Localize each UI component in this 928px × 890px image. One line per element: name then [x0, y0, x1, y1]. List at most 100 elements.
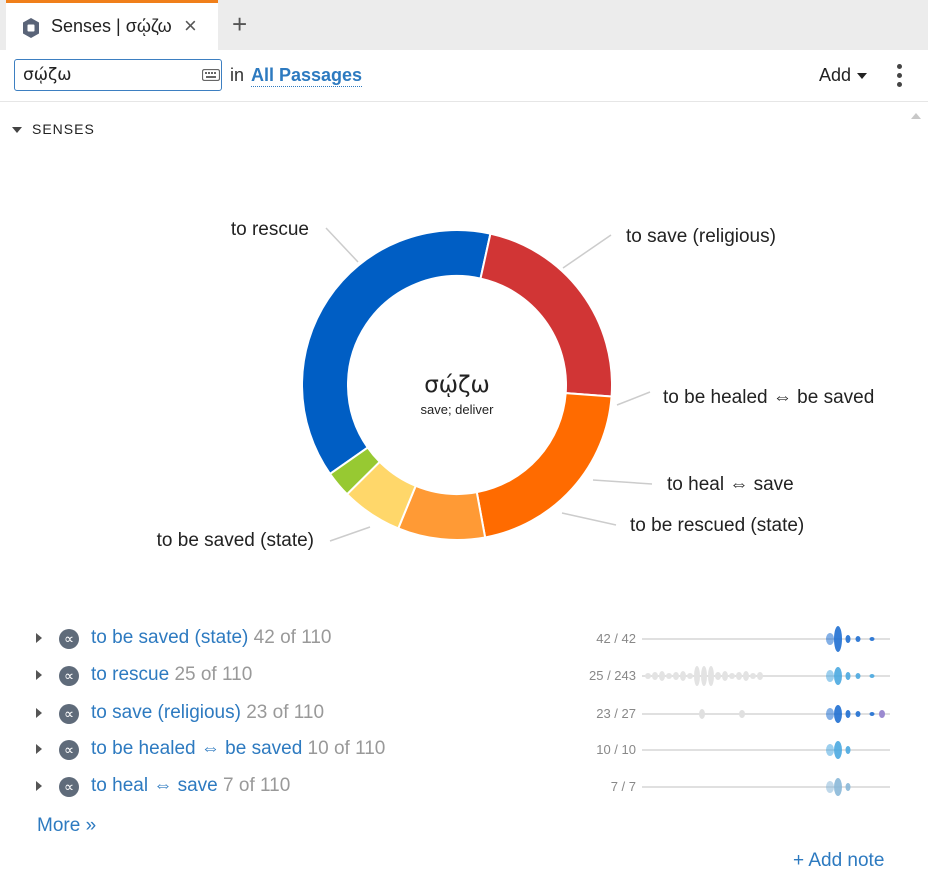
sparkline-mark — [834, 667, 842, 685]
svg-text:∝: ∝ — [64, 707, 74, 723]
sparkline-mark — [834, 705, 842, 723]
all-passages-link[interactable]: All Passages — [251, 65, 363, 87]
donut-leader-line — [592, 479, 653, 485]
donut-slice-label: to be rescued (state) — [630, 515, 804, 536]
sparkline-mark — [855, 711, 861, 717]
sparkline-mark — [845, 672, 851, 680]
sparkline-mark — [659, 671, 665, 681]
sparkline-mark — [845, 710, 851, 718]
expand-triangle-icon[interactable] — [36, 781, 42, 791]
add-note-button[interactable]: + Add note — [793, 850, 884, 872]
close-icon[interactable]: × — [184, 13, 197, 39]
in-label: in — [230, 65, 245, 85]
sparkline-mark — [699, 709, 705, 719]
sense-count: 25 of 110 — [174, 664, 253, 685]
sparkline-mark — [739, 710, 745, 718]
sense-alpha-icon: ∝ — [59, 777, 79, 797]
sparkline-mark — [826, 744, 834, 756]
toolbar: in All Passages Add — [0, 50, 928, 102]
expand-triangle-icon[interactable] — [36, 744, 42, 754]
sparkline-mark — [715, 672, 721, 680]
search-input[interactable] — [23, 63, 193, 87]
sparkline-mark — [855, 673, 861, 679]
sense-distribution-sparkline — [642, 705, 890, 723]
sense-alpha-icon: ∝ — [59, 704, 79, 724]
donut-leader-line — [562, 234, 612, 269]
sense-link[interactable]: to be saved (state) — [91, 627, 248, 648]
tab-title: Senses | σῴζω — [51, 16, 172, 36]
sparkline-mark — [729, 673, 735, 679]
sparkline-mark — [834, 626, 842, 652]
search-box — [14, 59, 222, 91]
sparkline-mark — [680, 671, 686, 681]
donut-center-title: σῴζω — [424, 372, 490, 398]
senses-donut-chart: to be saved (state) to rescue to save (rel… — [157, 219, 875, 551]
collapse-triangle-icon — [12, 127, 22, 134]
sense-fraction: 42 / 42 — [596, 631, 636, 646]
donut-slice-label: to rescue — [231, 219, 309, 240]
donut-slice-label: to be saved (state) — [157, 530, 314, 551]
donut-leader-line — [325, 227, 359, 263]
sparkline-mark — [722, 671, 728, 681]
keyboard-icon[interactable] — [202, 69, 220, 81]
sparkline-mark — [855, 636, 861, 642]
donut-slice[interactable] — [475, 392, 613, 539]
sense-alpha-icon: ∝ — [59, 629, 79, 649]
sparkline-mark — [834, 778, 842, 796]
more-link[interactable]: More » — [37, 815, 96, 837]
sense-row: ∝ to be healed ⇔ be saved 10 of 110 10 / 1… — [30, 735, 900, 765]
sparkline-mark — [826, 633, 834, 645]
sense-distribution-sparkline — [642, 626, 890, 652]
section-title: SENSES — [32, 121, 95, 137]
sparkline-mark — [673, 672, 679, 680]
add-menu-label: Add — [819, 65, 852, 85]
sparkline-mark — [834, 741, 842, 759]
donut-leader-line — [561, 512, 617, 526]
scroll-up-icon[interactable] — [911, 113, 921, 119]
tab-senses[interactable]: Senses | σῴζω × — [6, 0, 218, 50]
senses-section-header[interactable]: SENSES — [12, 121, 95, 137]
expand-triangle-icon[interactable] — [36, 633, 42, 643]
donut-slice-label: to be healed ⇔ be saved — [663, 387, 874, 408]
sense-count: 42 of 110 — [253, 627, 332, 648]
sparkline-mark — [687, 673, 693, 679]
sense-row: ∝ to heal ⇔ save 7 of 110 7 / 7 — [30, 772, 900, 802]
add-menu-button[interactable]: Add — [819, 65, 868, 86]
svg-text:∝: ∝ — [64, 780, 74, 796]
sparkline-mark — [869, 712, 875, 716]
sparkline-mark — [708, 666, 714, 686]
expand-triangle-icon[interactable] — [36, 670, 42, 680]
sparkline-mark — [869, 674, 875, 678]
sense-link[interactable]: to rescue — [91, 664, 169, 685]
sense-alpha-icon: ∝ — [59, 666, 79, 686]
sparkline-mark — [757, 672, 763, 680]
kebab-menu-icon[interactable] — [894, 62, 904, 90]
donut-slice[interactable] — [301, 229, 492, 476]
sparkline-mark — [743, 671, 749, 681]
sense-count: 23 of 110 — [246, 702, 325, 723]
sense-link[interactable]: to heal ⇔ save — [91, 775, 218, 796]
sparkline-mark — [845, 783, 851, 791]
sense-link[interactable]: to save (religious) — [91, 702, 241, 723]
sense-distribution-sparkline — [642, 778, 890, 796]
svg-text:∝: ∝ — [64, 669, 74, 685]
sense-alpha-icon: ∝ — [59, 740, 79, 760]
donut-slice[interactable] — [479, 232, 613, 398]
sense-link[interactable]: to be healed ⇔ be saved — [91, 738, 302, 759]
donut-slice-label: to save (religious) — [626, 226, 776, 247]
donut-slice-label: to heal ⇔ save — [667, 474, 794, 495]
sense-count: 10 of 110 — [307, 738, 386, 759]
sense-fraction: 7 / 7 — [610, 779, 636, 794]
sparkline-mark — [666, 673, 672, 679]
caret-down-icon — [857, 73, 868, 80]
sense-fraction: 10 / 10 — [596, 742, 636, 757]
donut-leader-line — [329, 526, 371, 542]
sparkline-mark — [826, 670, 834, 682]
sparkline-mark — [845, 746, 851, 754]
sense-row: ∝ to save (religious) 23 of 110 23 / 27 — [30, 699, 900, 729]
expand-triangle-icon[interactable] — [36, 708, 42, 718]
svg-text:∝: ∝ — [64, 743, 74, 759]
add-tab-button[interactable]: + — [232, 9, 247, 40]
sparkline-mark — [736, 672, 742, 680]
sparkline-mark — [845, 635, 851, 643]
